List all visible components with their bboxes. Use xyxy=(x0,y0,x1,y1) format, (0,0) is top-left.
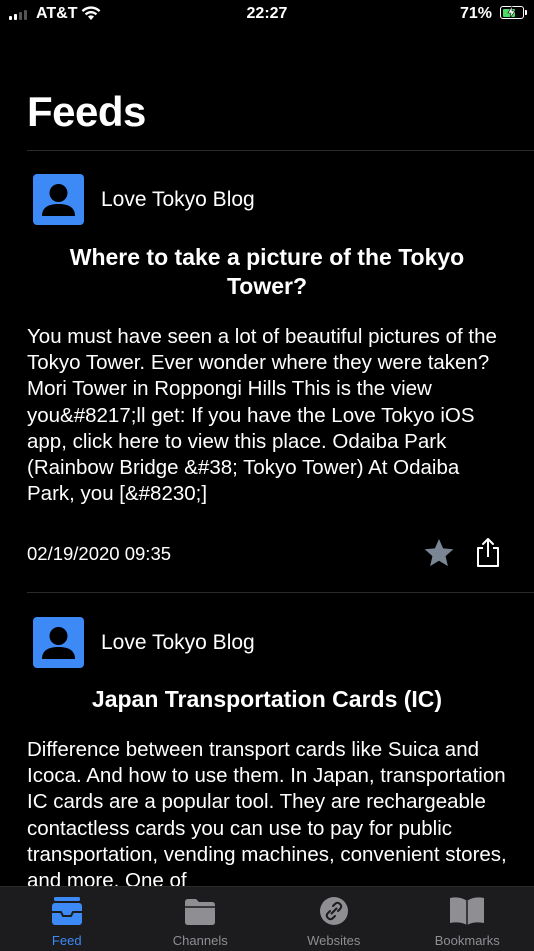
feed-divider xyxy=(27,592,534,593)
star-icon xyxy=(422,536,456,570)
charging-bolt-icon xyxy=(507,6,516,18)
feed-source-name: Love Tokyo Blog xyxy=(101,631,255,655)
feed-date: 02/19/2020 09:35 xyxy=(27,543,171,565)
feed-summary: Difference between transport cards like … xyxy=(27,737,507,894)
status-time: 22:27 xyxy=(0,5,534,23)
folder-icon xyxy=(183,895,217,932)
tab-label: Websites xyxy=(267,933,401,948)
share-button[interactable] xyxy=(474,536,502,570)
feed-source-name: Love Tokyo Blog xyxy=(101,188,255,212)
inbox-icon xyxy=(50,895,84,932)
tab-bookmarks[interactable]: Bookmarks xyxy=(401,887,534,951)
header-divider xyxy=(27,150,534,151)
tab-channels[interactable]: Channels xyxy=(134,887,268,951)
link-icon xyxy=(318,895,350,932)
favorite-button[interactable] xyxy=(422,536,456,570)
person-icon xyxy=(33,617,84,668)
battery-icon xyxy=(500,6,524,19)
feed-source-row: Love Tokyo Blog xyxy=(33,174,255,225)
tab-label: Channels xyxy=(134,933,268,948)
tab-websites[interactable]: Websites xyxy=(267,887,401,951)
tab-label: Bookmarks xyxy=(401,933,534,948)
status-bar: AT&T 22:27 71% xyxy=(0,0,534,30)
tab-label: Feed xyxy=(0,933,134,948)
page-title: Feeds xyxy=(27,88,146,136)
feed-title[interactable]: Where to take a picture of the Tokyo Tow… xyxy=(40,243,494,301)
share-icon xyxy=(474,536,502,570)
feed-source-row: Love Tokyo Blog xyxy=(33,617,255,668)
feed-title[interactable]: Japan Transportation Cards (IC) xyxy=(40,685,494,714)
book-icon xyxy=(448,895,486,932)
person-icon xyxy=(33,174,84,225)
battery-percent: 71% xyxy=(460,5,492,23)
tab-feed[interactable]: Feed xyxy=(0,887,134,951)
feed-summary: You must have seen a lot of beautiful pi… xyxy=(27,324,507,507)
tab-bar: Feed Channels Websites xyxy=(0,886,534,951)
